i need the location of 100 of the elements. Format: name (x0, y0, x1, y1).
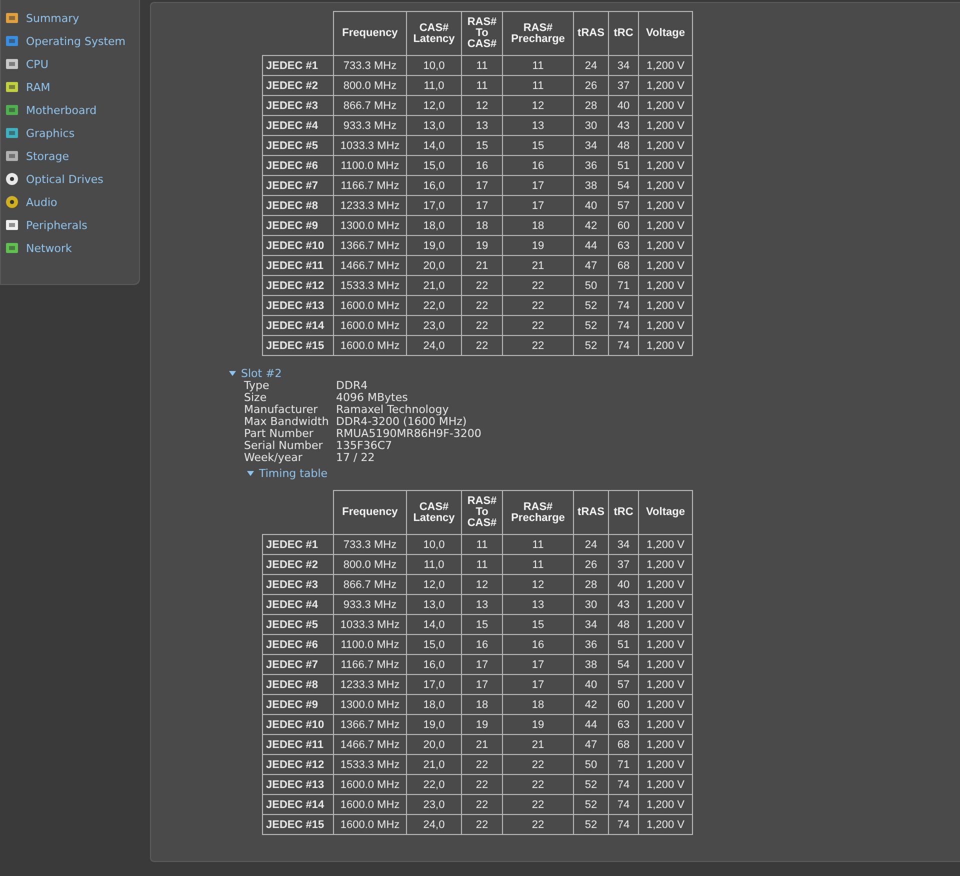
table-cell: 1233.3 MHz (334, 196, 406, 216)
table-cell: 1600.0 MHz (334, 774, 406, 794)
table-cell: 74 (608, 296, 638, 316)
table-cell: 1,200 V (638, 156, 692, 176)
table-cell: 11 (462, 534, 502, 554)
table-cell: 52 (574, 794, 608, 814)
table-cell: 1600.0 MHz (334, 316, 406, 336)
table-cell: 1,200 V (638, 794, 692, 814)
table-cell: 38 (574, 176, 608, 196)
table-cell: 1,200 V (638, 534, 692, 554)
table-cell: 1,200 V (638, 296, 692, 316)
sidebar-item[interactable]: Audio (5, 192, 139, 212)
table-cell: 26 (574, 554, 608, 574)
timing-table-toggle[interactable]: Timing table (247, 466, 328, 480)
table-cell: 15 (462, 614, 502, 634)
table-cell: 17 (462, 196, 502, 216)
table-cell: 28 (574, 96, 608, 116)
table-cell: 19 (502, 714, 574, 734)
table-cell: 22 (502, 754, 574, 774)
row-header: JEDEC #7 (262, 654, 334, 674)
sidebar-item[interactable]: Summary (5, 8, 139, 28)
column-header: tRC (608, 12, 638, 56)
table-cell: 22 (502, 316, 574, 336)
table-cell: 1,200 V (638, 196, 692, 216)
table-cell: 63 (608, 236, 638, 256)
table-cell: 22 (502, 814, 574, 834)
table-cell: 20,0 (406, 256, 462, 276)
sidebar-item[interactable]: RAM (5, 77, 139, 97)
row-header: JEDEC #15 (262, 336, 334, 356)
table-cell: 1,200 V (638, 654, 692, 674)
table-cell: 34 (608, 56, 638, 76)
table-cell: 800.0 MHz (334, 554, 406, 574)
table-cell: 24,0 (406, 814, 462, 834)
table-cell: 18 (462, 216, 502, 236)
property-name: Part Number (244, 428, 314, 440)
table-cell: 22 (462, 774, 502, 794)
table-cell: 11 (462, 76, 502, 96)
table-cell: 57 (608, 674, 638, 694)
table-cell: 54 (608, 176, 638, 196)
table-cell: 37 (608, 554, 638, 574)
table-cell: 37 (608, 76, 638, 96)
table-cell: 21 (462, 734, 502, 754)
caret-icon (247, 470, 254, 476)
table-cell: 19 (462, 236, 502, 256)
table-cell: 866.7 MHz (334, 96, 406, 116)
property-value: RMUA5190MR86H9F-3200 (336, 428, 482, 440)
column-header: RAS# To CAS# (462, 12, 502, 56)
table-cell: 54 (608, 654, 638, 674)
sidebar-item[interactable]: Storage (5, 146, 139, 166)
table-cell: 1166.7 MHz (334, 654, 406, 674)
table-cell: 1,200 V (638, 574, 692, 594)
table-cell: 21,0 (406, 754, 462, 774)
table-cell: 12,0 (406, 574, 462, 594)
table-cell: 1600.0 MHz (334, 296, 406, 316)
slot-toggle[interactable]: Slot #2 (229, 366, 282, 380)
table-cell: 68 (608, 256, 638, 276)
table-cell: 43 (608, 116, 638, 136)
sidebar-item[interactable]: Graphics (5, 123, 139, 143)
table-cell: 23,0 (406, 794, 462, 814)
row-header: JEDEC #7 (262, 176, 334, 196)
table-cell: 34 (608, 534, 638, 554)
table-cell: 40 (574, 196, 608, 216)
table-cell: 14,0 (406, 136, 462, 156)
table-cell: 63 (608, 714, 638, 734)
table-cell: 74 (608, 814, 638, 834)
row-header: JEDEC #13 (262, 296, 334, 316)
table-cell: 12 (462, 574, 502, 594)
table-cell: 20,0 (406, 734, 462, 754)
table-cell: 40 (608, 96, 638, 116)
sidebar-item[interactable]: Optical Drives (5, 169, 139, 189)
table-cell: 1,200 V (638, 774, 692, 794)
table-cell: 18,0 (406, 216, 462, 236)
row-header: JEDEC #12 (262, 754, 334, 774)
table-cell: 1,200 V (638, 554, 692, 574)
table-cell: 34 (574, 614, 608, 634)
table-cell: 933.3 MHz (334, 594, 406, 614)
property-value: 17 / 22 (336, 452, 376, 464)
table-cell: 19 (462, 714, 502, 734)
sidebar-item[interactable]: CPU (5, 54, 139, 74)
table-cell: 1100.0 MHz (334, 634, 406, 654)
table-cell: 866.7 MHz (334, 574, 406, 594)
table-cell: 23,0 (406, 316, 462, 336)
property-name: Max Bandwidth (244, 416, 330, 428)
property-name: Size (244, 392, 267, 404)
table-cell: 47 (574, 256, 608, 276)
table-cell: 14,0 (406, 614, 462, 634)
column-header: tRAS (574, 490, 608, 534)
table-cell: 1600.0 MHz (334, 814, 406, 834)
table-cell: 74 (608, 774, 638, 794)
sidebar-item[interactable]: Network (5, 238, 139, 258)
sidebar-item[interactable]: Motherboard (5, 100, 139, 120)
row-header: JEDEC #3 (262, 96, 334, 116)
table-cell: 19,0 (406, 714, 462, 734)
row-header: JEDEC #10 (262, 236, 334, 256)
table-cell: 50 (574, 754, 608, 774)
sidebar-item[interactable]: Peripherals (5, 215, 139, 235)
row-header: JEDEC #8 (262, 674, 334, 694)
table-cell: 52 (574, 296, 608, 316)
sidebar-item[interactable]: Operating System (5, 31, 139, 51)
table-cell: 17 (462, 654, 502, 674)
